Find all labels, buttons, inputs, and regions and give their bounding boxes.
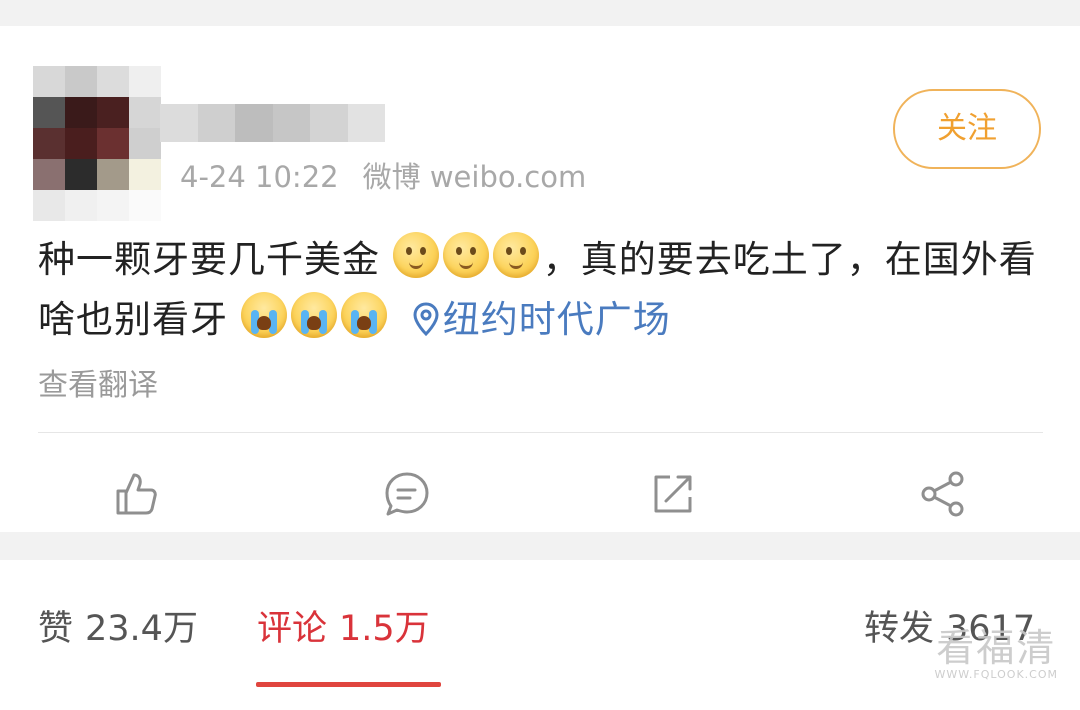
comments-label: 评论 — [257, 609, 328, 649]
username-blurred[interactable] — [160, 104, 385, 142]
avatar[interactable] — [33, 66, 161, 221]
active-tab-indicator — [256, 682, 441, 687]
thumbs-up-icon — [116, 473, 157, 515]
like-button[interactable] — [110, 469, 160, 519]
comment-icon — [385, 472, 429, 516]
comment-button[interactable] — [382, 469, 432, 519]
location-pin-icon — [413, 302, 439, 336]
post-source: 微博 weibo.com — [362, 160, 587, 194]
thinking-face-emoji-icon — [442, 232, 489, 278]
tab-likes[interactable]: 赞 23.4万 — [38, 600, 198, 651]
share-icon — [921, 471, 964, 517]
watermark-main: 看福清 — [936, 626, 1057, 670]
translate-link[interactable]: 查看翻译 — [38, 360, 158, 404]
post-card: 4-24 10:22 微博 weibo.com 关注 种一颗牙要几千美金 ，真的要… — [0, 26, 1080, 532]
share-button[interactable] — [918, 469, 968, 519]
repost-button[interactable] — [648, 469, 698, 519]
likes-label: 赞 — [38, 609, 74, 649]
follow-button[interactable]: 关注 — [893, 89, 1041, 169]
comments-count: 1.5万 — [339, 609, 430, 649]
tab-comments[interactable]: 评论 1.5万 — [257, 600, 430, 651]
crying-face-emoji-icon — [290, 292, 337, 338]
post-text: 种一颗牙要几千美金 ，真的要去吃土了，在国外看啥也别看牙 纽约时代广场 — [38, 230, 1048, 350]
thinking-face-emoji-icon — [492, 232, 539, 278]
watermark-url: WWW.FQLOOK.COM — [934, 668, 1058, 681]
likes-count: 23.4万 — [85, 609, 198, 649]
repost-icon — [654, 475, 692, 513]
stats-bar: 赞 23.4万 评论 1.5万 转发 3617 — [0, 560, 1080, 710]
crying-face-emoji-icon — [240, 292, 287, 338]
watermark: 看福清 WWW.FQLOOK.COM — [935, 628, 1058, 681]
location-link[interactable]: 纽约时代广场 — [413, 298, 671, 341]
divider — [38, 432, 1043, 433]
location-label: 纽约时代广场 — [442, 298, 671, 341]
post-text-part1: 种一颗牙要几千美金 — [38, 238, 380, 281]
crying-face-emoji-icon — [340, 292, 387, 338]
thinking-face-emoji-icon — [392, 232, 439, 278]
post-timestamp: 4-24 10:22 — [180, 160, 339, 194]
post-meta: 4-24 10:22 微博 weibo.com — [180, 157, 586, 197]
reposts-label: 转发 — [864, 609, 935, 649]
